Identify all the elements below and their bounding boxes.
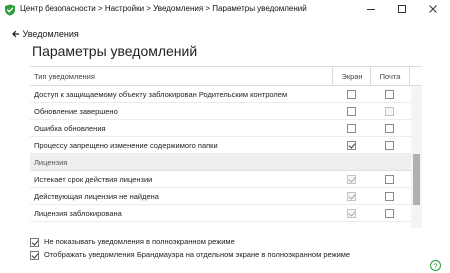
screen-checkbox (347, 192, 356, 201)
notification-type-label: Действующая лицензия не найдена (34, 192, 159, 201)
close-icon (428, 4, 438, 14)
notification-type-label: Процессу запрещено изменение содержимого… (34, 141, 218, 150)
mail-checkbox[interactable] (385, 192, 394, 201)
table-group-header: Лицензия (30, 154, 422, 171)
page-title: Параметры уведомлений (32, 43, 198, 59)
column-divider (409, 67, 410, 86)
group-label: Лицензия (34, 158, 68, 167)
table-body: Доступ к защищаемому объекту заблокирова… (30, 86, 422, 222)
svg-text:?: ? (433, 261, 437, 270)
notifications-table: Тип уведомления Экран Почта Доступ к защ… (30, 66, 422, 228)
notification-type-label: Лицензия заблокирована (34, 209, 122, 218)
maximize-icon (397, 4, 407, 14)
column-header-screen: Экран (341, 72, 363, 81)
mail-checkbox[interactable] (385, 175, 394, 184)
screen-checkbox (347, 175, 356, 184)
table-row: Процессу запрещено изменение содержимого… (30, 137, 422, 154)
window-title: Центр безопасности > Настройки > Уведомл… (20, 4, 307, 13)
mail-checkbox[interactable] (385, 124, 394, 133)
table-row: Истекает срок действия лицензии (30, 171, 422, 188)
minimize-icon (366, 4, 376, 14)
notification-type-label: Истекает срок действия лицензии (34, 175, 153, 184)
shield-icon (4, 3, 16, 16)
table-row: Ошибка обновления (30, 120, 422, 137)
option-fullscreen-hide[interactable]: Не показывать уведомления в полноэкранно… (30, 236, 235, 248)
back-link[interactable]: Уведомления (12, 28, 79, 40)
option-firewall-separate-screen-checkbox[interactable] (30, 250, 39, 260)
table-row: Лицензия заблокирована (30, 205, 422, 222)
mail-checkbox[interactable] (385, 90, 394, 99)
notification-type-label: Ошибка обновления (34, 124, 106, 133)
option-fullscreen-hide-checkbox[interactable] (30, 237, 39, 247)
table-header: Тип уведомления Экран Почта (30, 66, 422, 86)
mail-checkbox (385, 107, 394, 116)
help-icon[interactable]: ? (430, 258, 441, 271)
back-link-label: Уведомления (22, 29, 79, 39)
scrollbar-thumb[interactable] (413, 154, 420, 205)
table-row: Доступ к защищаемому объекту заблокирова… (30, 86, 422, 103)
option-firewall-separate-screen-label: Отображать уведомления Брандмауэра на от… (44, 250, 351, 259)
scrollbar[interactable] (411, 86, 422, 228)
mail-checkbox[interactable] (385, 141, 394, 150)
title-bar: Центр безопасности > Настройки > Уведомл… (0, 0, 450, 18)
notification-type-label: Доступ к защищаемому объекту заблокирова… (34, 90, 288, 99)
notification-type-label: Обновление завершено (34, 107, 118, 116)
screen-checkbox[interactable] (347, 141, 356, 150)
column-header-type: Тип уведомления (34, 72, 95, 81)
screen-checkbox (347, 209, 356, 218)
table-row: Обновление завершено (30, 103, 422, 120)
arrow-left-icon (12, 29, 23, 39)
table-row: Действующая лицензия не найдена (30, 188, 422, 205)
screen-checkbox[interactable] (347, 124, 356, 133)
column-header-mail: Почта (379, 72, 401, 81)
close-button[interactable] (418, 0, 448, 18)
mail-checkbox[interactable] (385, 209, 394, 218)
option-fullscreen-hide-label: Не показывать уведомления в полноэкранно… (44, 237, 235, 246)
minimize-button[interactable] (356, 0, 386, 18)
maximize-button[interactable] (387, 0, 417, 18)
screen-checkbox[interactable] (347, 90, 356, 99)
screen-checkbox[interactable] (347, 107, 356, 116)
option-firewall-separate-screen[interactable]: Отображать уведомления Брандмауэра на от… (30, 249, 350, 261)
